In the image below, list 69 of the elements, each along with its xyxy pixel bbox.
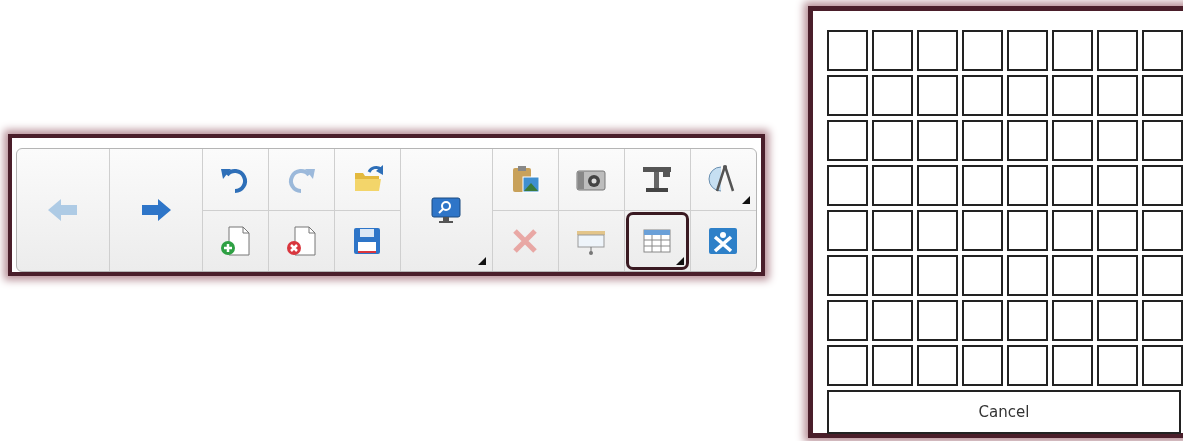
grid-cell[interactable]	[1097, 255, 1138, 296]
grid-cell[interactable]	[917, 120, 958, 161]
grid-cell[interactable]	[872, 345, 913, 386]
grid-cell[interactable]	[962, 345, 1003, 386]
grid-cell[interactable]	[962, 300, 1003, 341]
grid-cell[interactable]	[917, 345, 958, 386]
grid-cell[interactable]	[872, 120, 913, 161]
grid-cell[interactable]	[1007, 345, 1048, 386]
grid-cell[interactable]	[962, 30, 1003, 71]
grid-cell[interactable]	[1052, 165, 1093, 206]
grid-cell[interactable]	[962, 165, 1003, 206]
grid-cell[interactable]	[962, 120, 1003, 161]
cancel-button[interactable]: Cancel	[827, 390, 1181, 434]
grid-cell[interactable]	[827, 210, 868, 251]
grid-cell[interactable]	[1052, 345, 1093, 386]
grid-cell[interactable]	[1142, 30, 1183, 71]
grid-cell[interactable]	[917, 165, 958, 206]
grid-cell[interactable]	[872, 255, 913, 296]
grid-cell[interactable]	[1007, 210, 1048, 251]
grid-cell[interactable]	[1007, 120, 1048, 161]
grid-cell[interactable]	[827, 300, 868, 341]
grid-cell[interactable]	[1007, 300, 1048, 341]
grid-cell[interactable]	[1142, 255, 1183, 296]
grid-cell[interactable]	[1097, 75, 1138, 116]
grid-cell[interactable]	[872, 30, 913, 71]
grid-cell[interactable]	[872, 165, 913, 206]
grid-cell[interactable]	[827, 255, 868, 296]
grid-cell[interactable]	[1007, 30, 1048, 71]
grid-cell[interactable]	[1007, 165, 1048, 206]
dropdown-corner-icon	[675, 257, 684, 265]
grid-cell[interactable]	[917, 255, 958, 296]
dropdown-corner-icon	[742, 195, 750, 204]
grid-cell[interactable]	[1097, 120, 1138, 161]
dropdown-corner-icon	[477, 257, 486, 265]
grid-cell[interactable]	[1142, 120, 1183, 161]
grid-cell[interactable]	[1052, 75, 1093, 116]
grid-cell[interactable]	[827, 30, 868, 71]
grid-cell[interactable]	[872, 300, 913, 341]
grid-cell[interactable]	[1097, 345, 1138, 386]
grid-cell[interactable]	[962, 75, 1003, 116]
grid-cell[interactable]	[827, 165, 868, 206]
grid-cell[interactable]	[872, 75, 913, 116]
grid-cell[interactable]	[962, 255, 1003, 296]
grid-cell[interactable]	[1097, 30, 1138, 71]
grid-cell[interactable]	[1142, 300, 1183, 341]
grid-cell[interactable]	[1142, 75, 1183, 116]
grid-cell[interactable]	[827, 345, 868, 386]
grid-cell[interactable]	[827, 75, 868, 116]
grid-cell[interactable]	[1097, 300, 1138, 341]
grid-cell[interactable]	[962, 210, 1003, 251]
grid-cell[interactable]	[917, 300, 958, 341]
grid-cell[interactable]	[1142, 165, 1183, 206]
grid-cell[interactable]	[1097, 165, 1138, 206]
grid-cell[interactable]	[917, 75, 958, 116]
grid-cell[interactable]	[1142, 345, 1183, 386]
grid-cell[interactable]	[917, 210, 958, 251]
grid-cell[interactable]	[872, 210, 913, 251]
grid-cell[interactable]	[1052, 120, 1093, 161]
grid-cell[interactable]	[1097, 210, 1138, 251]
grid-cell[interactable]	[1007, 75, 1048, 116]
grid-cell[interactable]	[827, 120, 868, 161]
grid-cell[interactable]	[1052, 30, 1093, 71]
grid-cell[interactable]	[1052, 210, 1093, 251]
grid-cell[interactable]	[1052, 255, 1093, 296]
grid-cell[interactable]	[1142, 210, 1183, 251]
grid-cell[interactable]	[1007, 255, 1048, 296]
toolbar-button[interactable]	[624, 210, 690, 271]
grid-cell[interactable]	[1052, 300, 1093, 341]
grid-cell[interactable]	[917, 30, 958, 71]
